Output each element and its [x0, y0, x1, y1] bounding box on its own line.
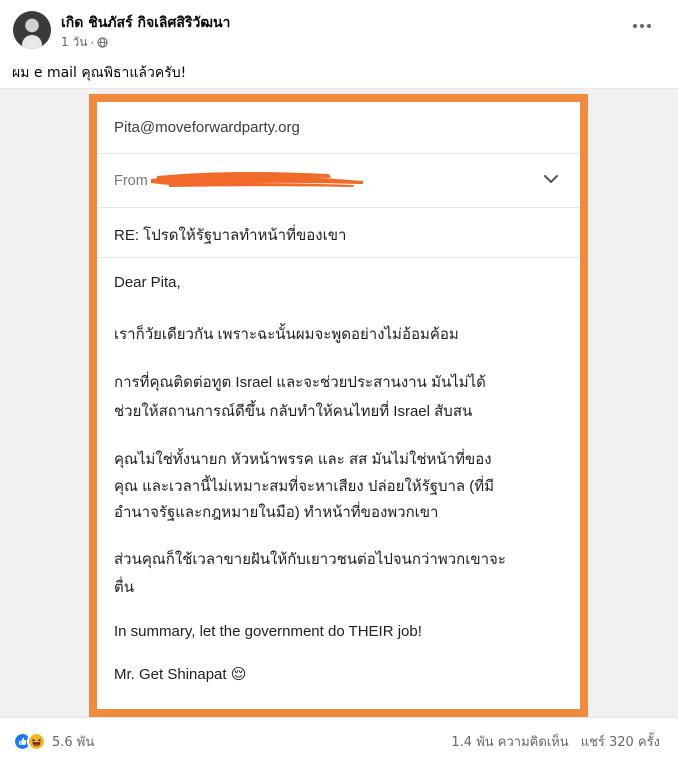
- reaction-count[interactable]: 5.6 พัน: [52, 731, 94, 752]
- email-body-line: Dear Pita,: [114, 274, 181, 291]
- post-meta: 1 วัน ·: [61, 33, 108, 52]
- author-name[interactable]: เกิด ชินภัสร์ กิจเลิศสิริวัฒนา: [61, 12, 230, 34]
- email-body-line: ช่วยให้สถานการณ์ดีขึ้น กลับทำให้คนไทยที่…: [114, 403, 473, 420]
- more-dot: [647, 24, 651, 28]
- comments-count-link[interactable]: 1.4 พัน ความคิดเห็น: [451, 731, 568, 752]
- email-body-line: ส่วนคุณก็ใช้เวลาขายฝันให้กับเยาวชนต่อไปจ…: [114, 551, 506, 568]
- email-subject: RE: โปรดให้รัฐบาลทำหน้าที่ของเขา: [114, 227, 347, 244]
- more-options-button[interactable]: [628, 16, 656, 36]
- haha-icon: [27, 732, 46, 751]
- redaction-scribble: [151, 171, 363, 187]
- email-signature: Mr. Get Shinapat 😌: [114, 666, 247, 683]
- post-time[interactable]: 1 วัน: [61, 33, 87, 52]
- globe-icon[interactable]: [97, 37, 108, 48]
- shares-count-link[interactable]: แชร์ 320 ครั้ง: [581, 731, 660, 752]
- more-dot: [640, 24, 644, 28]
- engagement-counts: 1.4 พัน ความคิดเห็น แชร์ 320 ครั้ง: [451, 731, 660, 752]
- post-image[interactable]: Pita@moveforwardparty.org From RE: โปรดใ…: [0, 88, 678, 718]
- meta-separator: ·: [90, 35, 95, 50]
- post-stats-bar: 5.6 พัน 1.4 พัน ความคิดเห็น แชร์ 320 ครั…: [0, 718, 678, 760]
- reactions-summary[interactable]: 5.6 พัน: [13, 731, 94, 752]
- post-header: เกิด ชินภัสร์ กิจเลิศสิริวัฒนา 1 วัน ·: [0, 0, 678, 58]
- more-horizontal-icon: [633, 24, 637, 28]
- email-body-line: คุณ และเวลานี้ไม่เหมาะสมที่จะหาเสียง ปล่…: [114, 478, 495, 495]
- email-from-row: From: [97, 154, 580, 208]
- email-recipient: Pita@moveforwardparty.org: [114, 119, 300, 136]
- post-text: ผม e mail คุณพิธาแล้วครับ!: [12, 65, 187, 81]
- avatar[interactable]: [13, 11, 51, 49]
- email-body-line: คุณไม่ใช่ทั้งนายก หัวหน้าพรรค และ สส มัน…: [114, 451, 492, 468]
- email-body-line: ตื่น: [114, 579, 134, 596]
- email-screenshot-frame: Pita@moveforwardparty.org From RE: โปรดใ…: [89, 94, 588, 717]
- email-subject-row: RE: โปรดให้รัฐบาลทำหน้าที่ของเขา: [97, 208, 580, 258]
- from-label: From: [114, 173, 148, 189]
- email-body-line: In summary, let the government do THEIR …: [114, 623, 422, 640]
- email-card: Pita@moveforwardparty.org From RE: โปรดใ…: [97, 102, 580, 709]
- email-body-line: การที่คุณติดต่อทูต Israel และจะช่วยประสา…: [114, 374, 486, 391]
- email-body-line: เราก็วัยเดียวกัน เพราะฉะนั้นผมจะพูดอย่าง…: [114, 326, 459, 343]
- email-to-row: Pita@moveforwardparty.org: [97, 102, 580, 154]
- chevron-down-icon[interactable]: [544, 174, 558, 184]
- email-body-line: อำนาจรัฐและกฎหมายในมือ) ทำหน้าที่ของพวกเ…: [114, 504, 439, 521]
